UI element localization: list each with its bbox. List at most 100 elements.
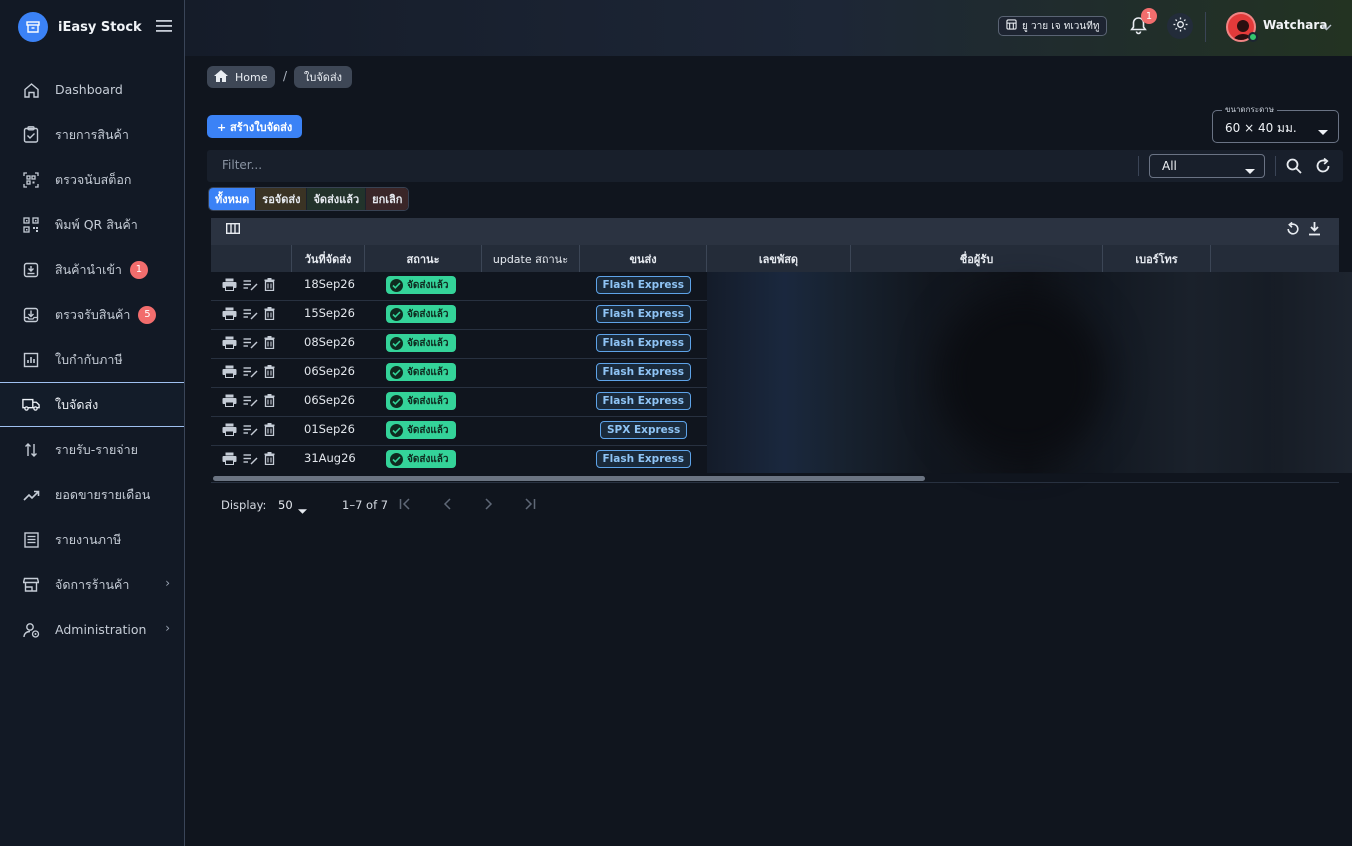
sidebar-item-label: จัดการร้านค้า [55, 576, 130, 592]
print-icon[interactable] [222, 278, 237, 294]
sidebar-item-2[interactable]: ตรวจนับสต็อก [0, 157, 184, 202]
column-header-recipient[interactable]: ชื่อผู้รับ [851, 245, 1103, 272]
tab-shipped[interactable]: จัดส่งแล้ว [307, 188, 367, 210]
carrier-badge: Flash Express [595, 363, 691, 381]
column-header-date[interactable]: วันที่จัดส่ง [292, 245, 365, 272]
caret-down-icon[interactable] [1245, 163, 1255, 177]
print-icon[interactable] [222, 423, 237, 439]
caret-down-icon[interactable] [1318, 124, 1328, 138]
edit-icon[interactable] [243, 365, 258, 381]
status-badge: จัดส่งแล้ว [386, 305, 456, 323]
delete-icon[interactable] [264, 365, 275, 381]
sidebar-item-8[interactable]: รายรับ-รายจ่าย [0, 427, 184, 472]
bar-chart-icon [22, 351, 40, 369]
print-icon[interactable] [222, 452, 237, 468]
edit-icon[interactable] [243, 336, 258, 352]
status-text: จัดส่งแล้ว [407, 279, 449, 291]
table-toolbar [211, 218, 1339, 245]
sidebar-item-badge: 1 [129, 260, 148, 279]
print-icon[interactable] [222, 365, 237, 381]
sidebar-item-4[interactable]: สินค้านำเข้า 1 [0, 247, 184, 292]
edit-icon[interactable] [243, 452, 258, 468]
brand: iEasy Stock [0, 0, 184, 54]
breadcrumb-current: ใบจัดส่ง [294, 66, 353, 88]
scrollbar-thumb[interactable] [213, 476, 925, 481]
column-header-update-status[interactable]: update สถานะ [482, 245, 580, 272]
sidebar-item-0[interactable]: Dashboard [0, 67, 184, 112]
sidebar-item-6[interactable]: ใบกำกับภาษี [0, 337, 184, 382]
columns-icon[interactable] [225, 222, 241, 237]
tab-pending[interactable]: รอจัดส่ง [256, 188, 308, 210]
scan-qr-icon [22, 171, 40, 189]
tab-all[interactable]: ทั้งหมด [209, 188, 257, 210]
sidebar-item-1[interactable]: รายการสินค้า [0, 112, 184, 157]
delete-icon[interactable] [264, 423, 275, 439]
page-size-select[interactable]: 50 [278, 498, 293, 512]
create-shipment-button[interactable]: + สร้างใบจัดส่ง [207, 115, 303, 138]
status-text: จัดส่งแล้ว [407, 424, 449, 436]
delete-icon[interactable] [264, 336, 275, 352]
topbar-divider [1205, 12, 1206, 42]
sidebar-item-12[interactable]: Administration › [0, 607, 184, 652]
column-header-tracking[interactable]: เลขพัสดุ [707, 245, 851, 272]
last-page-icon[interactable] [524, 498, 536, 513]
sidebar-item-11[interactable]: จัดการร้านค้า › [0, 562, 184, 607]
topbar: ยู วาย เจ ทเวนทีทู 1 Watchara [185, 0, 1352, 56]
download-icon[interactable] [1308, 222, 1321, 239]
receive-tray-icon [22, 306, 40, 324]
column-header-carrier[interactable]: ขนส่ง [580, 245, 707, 272]
breadcrumb-home[interactable]: Home [207, 66, 276, 88]
status-badge: จัดส่งแล้ว [386, 363, 456, 381]
check-circle-icon [390, 278, 403, 292]
sidebar-item-3[interactable]: พิมพ์ QR สินค้า [0, 202, 184, 247]
table-row: 06Sep26 จัดส่งแล้ว Flash Express [211, 388, 707, 417]
print-icon[interactable] [222, 394, 237, 410]
sidebar-item-label: Administration [55, 622, 147, 637]
check-circle-icon [390, 452, 403, 466]
row-actions [222, 423, 275, 439]
delete-icon[interactable] [264, 394, 275, 410]
status-badge: จัดส่งแล้ว [386, 421, 456, 439]
caret-down-icon[interactable] [298, 503, 307, 517]
print-icon[interactable] [222, 307, 237, 323]
tenant-selector[interactable]: ยู วาย เจ ทเวนทีทู [998, 16, 1108, 36]
delete-icon[interactable] [264, 278, 275, 294]
first-page-icon[interactable] [399, 498, 411, 513]
app-name: iEasy Stock [58, 19, 142, 35]
sidebar-nav: Dashboard รายการสินค้าตรวจนับสต็อก พิมพ์ Q… [0, 67, 184, 652]
delete-icon[interactable] [264, 307, 275, 323]
column-header-phone[interactable]: เบอร์โทร [1103, 245, 1211, 272]
refresh-icon[interactable] [1315, 157, 1331, 177]
user-name[interactable]: Watchara [1263, 18, 1327, 32]
status-badge: จัดส่งแล้ว [386, 276, 456, 294]
edit-icon[interactable] [243, 278, 258, 294]
edit-icon[interactable] [243, 394, 258, 410]
status-badge: จัดส่งแล้ว [386, 334, 456, 352]
delete-icon[interactable] [264, 452, 275, 468]
carrier-badge: Flash Express [595, 450, 691, 468]
status-badge: จัดส่งแล้ว [386, 392, 456, 410]
search-icon[interactable] [1286, 158, 1302, 177]
tab-cancelled[interactable]: ยกเลิก [366, 188, 409, 210]
carrier-badge: SPX Express [600, 421, 688, 439]
filter-input[interactable] [222, 152, 1122, 178]
sidebar-item-7[interactable]: ใบจัดส่ง [0, 382, 184, 427]
next-page-icon[interactable] [482, 498, 494, 513]
page-range: 1–7 of 7 [342, 498, 389, 512]
sidebar-item-label: รายการสินค้า [55, 126, 129, 142]
sidebar-item-5[interactable]: ตรวจรับสินค้า 5 [0, 292, 184, 337]
theme-toggle-button[interactable] [1167, 13, 1193, 39]
column-header-actions [211, 245, 292, 272]
sidebar-item-10[interactable]: รายงานภาษี [0, 517, 184, 562]
hamburger-icon[interactable] [155, 19, 172, 35]
column-header-status[interactable]: สถานะ [365, 245, 482, 272]
prev-page-icon[interactable] [442, 498, 454, 513]
table-refresh-icon[interactable] [1286, 221, 1300, 239]
sidebar-item-label: Dashboard [55, 82, 123, 97]
edit-icon[interactable] [243, 307, 258, 323]
list-report-icon [22, 531, 40, 549]
chevron-down-icon[interactable] [1321, 20, 1332, 34]
sidebar-item-9[interactable]: ยอดขายรายเดือน [0, 472, 184, 517]
edit-icon[interactable] [243, 423, 258, 439]
print-icon[interactable] [222, 336, 237, 352]
